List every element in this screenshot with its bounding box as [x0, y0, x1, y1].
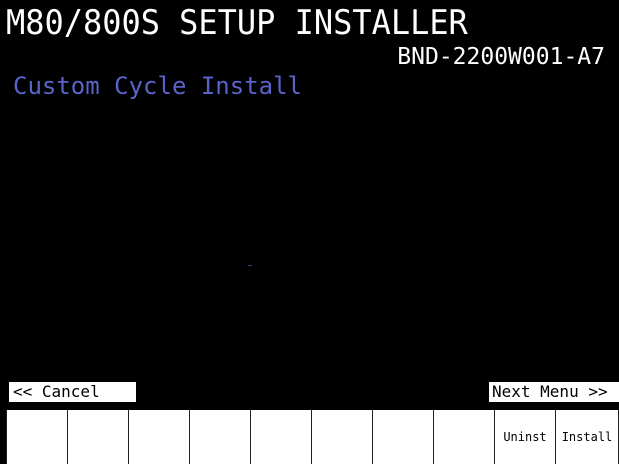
next-menu-button[interactable]: Next Menu >>	[489, 382, 619, 402]
cancel-button[interactable]: << Cancel	[9, 382, 136, 402]
installer-screen: M80/800S SETUP INSTALLER BND-2200W001-A7…	[0, 0, 619, 464]
function-key-8[interactable]	[433, 410, 494, 464]
cursor-mark	[248, 265, 252, 266]
uninstall-key[interactable]: Uninst	[494, 410, 555, 464]
section-subtitle: Custom Cycle Install	[13, 72, 302, 100]
function-key-1[interactable]	[6, 410, 67, 464]
install-key[interactable]: Install	[555, 410, 619, 464]
function-key-7[interactable]	[372, 410, 433, 464]
function-key-4[interactable]	[189, 410, 250, 464]
version-label: BND-2200W001-A7	[397, 44, 605, 70]
function-key-3[interactable]	[128, 410, 189, 464]
function-key-2[interactable]	[67, 410, 128, 464]
function-key-bar: Uninst Install	[6, 410, 619, 464]
function-key-6[interactable]	[311, 410, 372, 464]
function-key-5[interactable]	[250, 410, 311, 464]
page-title: M80/800S SETUP INSTALLER	[6, 3, 468, 43]
